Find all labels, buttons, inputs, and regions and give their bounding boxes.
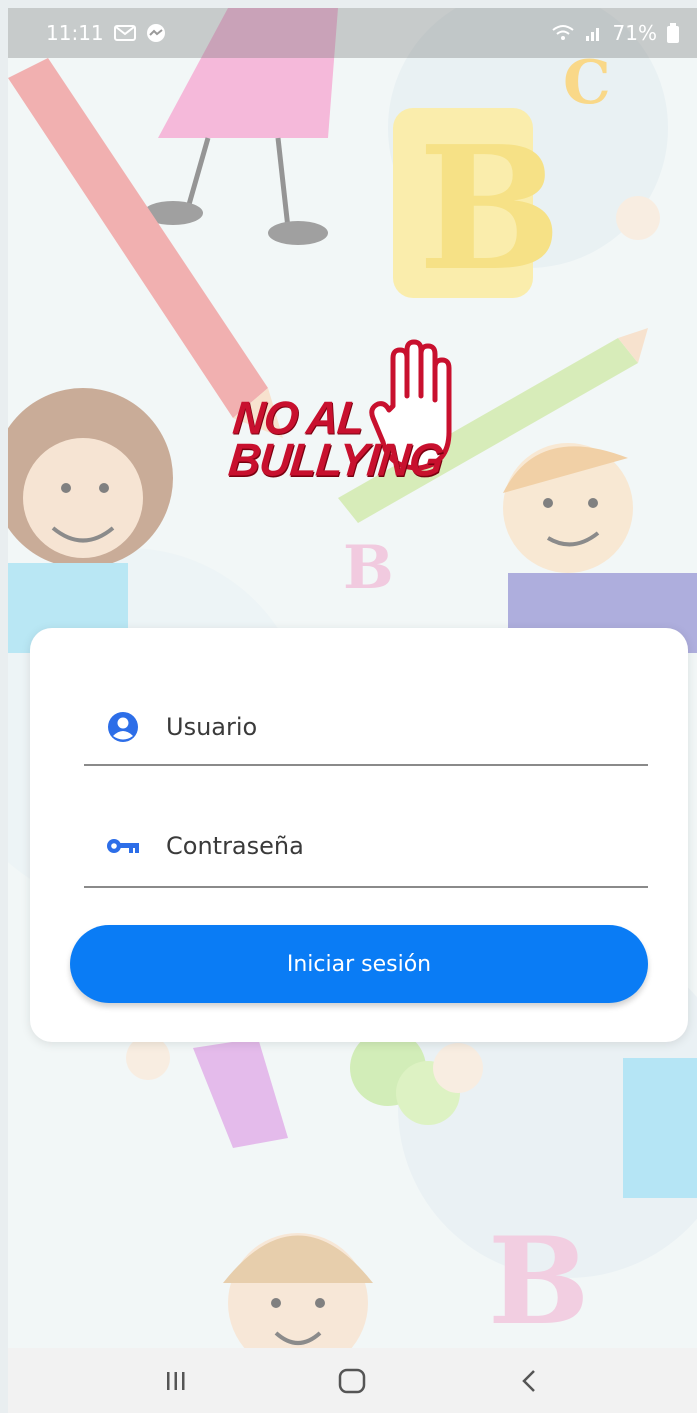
status-bar: 11:11 71% xyxy=(8,8,697,58)
navigation-bar xyxy=(8,1348,697,1413)
key-icon xyxy=(106,829,140,863)
login-button[interactable]: Iniciar sesión xyxy=(70,925,648,1003)
logo-text: NO AL BULLYING xyxy=(226,392,449,487)
status-time: 11:11 xyxy=(46,21,104,45)
messenger-icon xyxy=(146,23,166,43)
status-left: 11:11 xyxy=(46,21,166,45)
login-card: Iniciar sesión xyxy=(30,628,688,1042)
username-field xyxy=(84,690,648,766)
wifi-icon xyxy=(551,24,575,42)
recents-icon xyxy=(167,1371,185,1390)
recents-button[interactable] xyxy=(146,1356,206,1406)
gmail-icon xyxy=(113,25,136,41)
app-screen: B C B B 11:11 71% NO AL BULLYING Usuario… xyxy=(8,8,697,1413)
username-input[interactable] xyxy=(166,713,586,741)
password-input[interactable] xyxy=(166,832,586,860)
home-button[interactable] xyxy=(322,1356,382,1406)
signal-icon xyxy=(585,24,603,42)
battery-icon xyxy=(667,23,679,43)
status-right: 71% xyxy=(551,21,679,45)
logo-line-1: NO AL xyxy=(230,392,367,445)
home-icon xyxy=(339,1368,366,1393)
password-field xyxy=(84,806,648,888)
battery-percent: 71% xyxy=(612,21,657,45)
no-al-bullying-logo: NO AL BULLYING xyxy=(223,336,485,506)
logo-line-2: BULLYING xyxy=(226,434,446,487)
back-button[interactable] xyxy=(499,1356,559,1406)
back-icon xyxy=(522,1369,535,1392)
account-circle-icon xyxy=(106,710,140,744)
